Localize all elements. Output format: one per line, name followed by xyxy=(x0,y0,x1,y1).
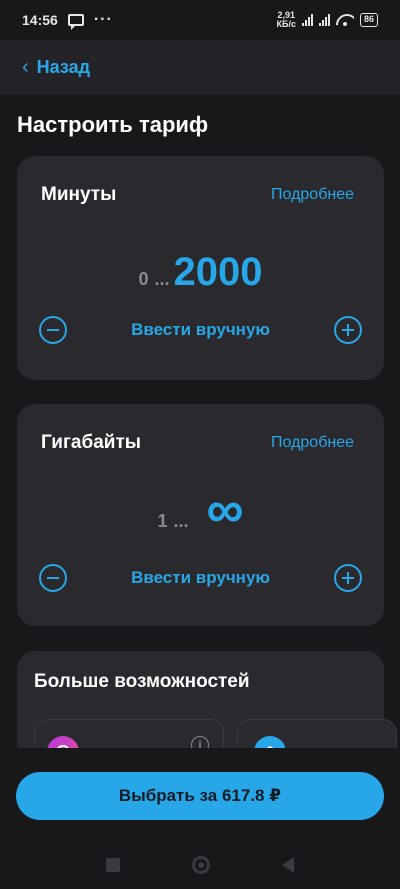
signal-icon-secondary xyxy=(318,14,330,26)
gigabytes-range-dots: ... xyxy=(173,511,189,531)
minutes-card: Минуты Подробнее 0 ... 2000 Ввести вручн… xyxy=(17,156,384,380)
minus-icon xyxy=(47,329,59,331)
minutes-range-dots: ... xyxy=(154,269,170,289)
gigabytes-manual-entry-button[interactable]: Ввести вручную xyxy=(131,568,270,588)
back-button[interactable]: Назад xyxy=(37,57,90,78)
page-title: Настроить тариф xyxy=(17,112,209,137)
more-features-title: Больше возможностей xyxy=(34,671,250,692)
recent-apps-icon[interactable] xyxy=(106,857,120,872)
signal-icon xyxy=(301,14,313,26)
status-right: 2,91 КБ/с 86 xyxy=(277,11,378,29)
minutes-decrease-button[interactable] xyxy=(39,316,67,344)
minutes-title: Минуты xyxy=(41,184,117,205)
wifi-icon xyxy=(336,14,354,26)
top-nav: ‹ Назад xyxy=(0,40,400,95)
network-speed-unit: КБ/с xyxy=(276,19,296,29)
minutes-increase-button[interactable] xyxy=(334,316,362,344)
back-icon[interactable] xyxy=(282,856,294,873)
gigabytes-title: Гигабайты xyxy=(41,432,141,453)
minutes-details-link[interactable]: Подробнее xyxy=(271,186,354,204)
battery-icon: 86 xyxy=(359,13,378,27)
minutes-range: 0 ... 2000 xyxy=(17,250,384,295)
gigabytes-card: Гигабайты Подробнее 1 ... ∞ Ввести вручн… xyxy=(17,404,384,626)
more-notifications-icon: ··· xyxy=(93,11,113,28)
plus-icon-v xyxy=(347,324,349,336)
plus-icon-v xyxy=(347,572,349,584)
gigabytes-increase-button[interactable] xyxy=(334,564,362,592)
status-bar: 14:56 ··· 2,91 КБ/с 86 xyxy=(0,0,400,40)
gigabytes-range-min: 1 xyxy=(157,511,168,531)
gigabytes-range-max: ∞ xyxy=(206,481,244,539)
select-tariff-button[interactable]: Выбрать за 617.8 ₽ xyxy=(16,772,384,820)
minutes-manual-entry-button[interactable]: Ввести вручную xyxy=(131,320,270,340)
gigabytes-decrease-button[interactable] xyxy=(39,564,67,592)
message-icon xyxy=(67,14,84,30)
minus-icon xyxy=(47,577,59,579)
minutes-range-min: 0 xyxy=(138,269,149,289)
minutes-range-max: 2000 xyxy=(173,250,263,294)
home-icon[interactable] xyxy=(192,855,210,874)
system-nav-bar xyxy=(0,840,400,889)
network-speed: 2,91 КБ/с xyxy=(277,11,296,29)
minutes-controls: Ввести вручную xyxy=(39,316,362,344)
status-left: 14:56 ··· xyxy=(22,11,113,30)
gigabytes-details-link[interactable]: Подробнее xyxy=(271,434,354,452)
status-time: 14:56 xyxy=(22,12,58,28)
gigabytes-controls: Ввести вручную xyxy=(39,564,362,592)
gigabytes-range: 1 ... ∞ xyxy=(17,481,384,539)
back-chevron-icon[interactable]: ‹ xyxy=(22,57,29,77)
